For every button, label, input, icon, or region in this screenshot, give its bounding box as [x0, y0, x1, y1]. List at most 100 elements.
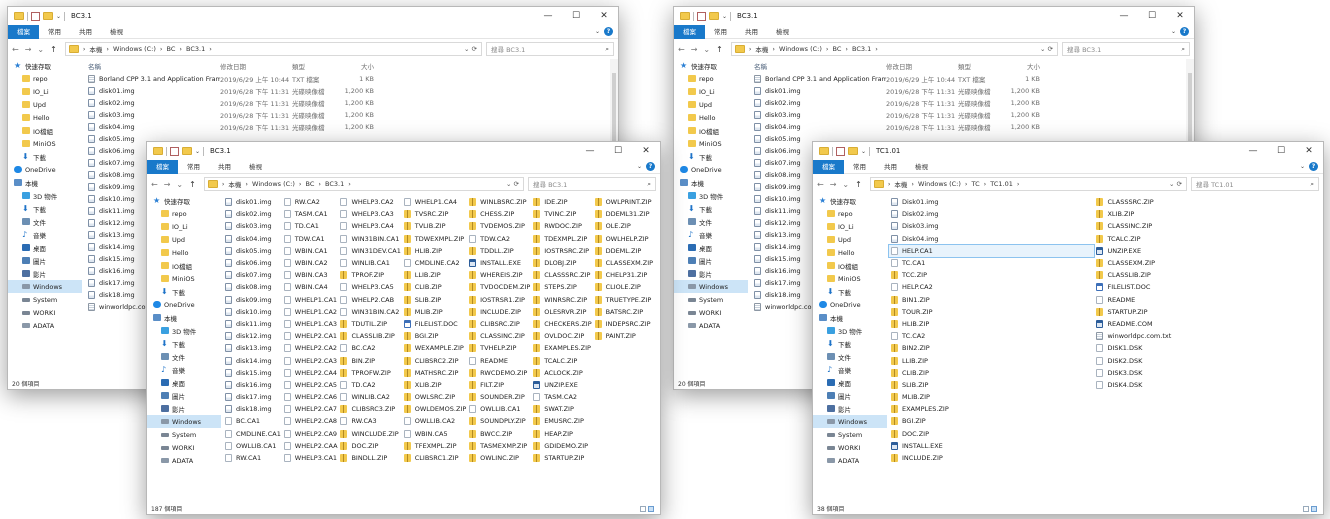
expand-ribbon-icon[interactable]: ⌄	[1300, 163, 1305, 170]
breadcrumb-segment[interactable]: BC3.1	[325, 180, 344, 188]
file-item[interactable]: LLIB.ZIP	[402, 269, 467, 281]
file-item[interactable]: WHELP3.CA4	[338, 220, 401, 232]
breadcrumb-segment[interactable]: Windows (C:)	[918, 180, 961, 188]
maximize-button[interactable]: ☐	[604, 142, 632, 160]
back-arrow-icon[interactable]: ←	[12, 45, 19, 54]
column-header-date[interactable]: 修改日期	[220, 61, 292, 71]
breadcrumb-separator-icon[interactable]: ›	[160, 45, 163, 53]
nav-item[interactable]: Windows	[8, 280, 82, 293]
ribbon-tab-2[interactable]: 共用	[736, 25, 767, 39]
file-item[interactable]: DDEML31.ZIP	[593, 208, 654, 220]
nav-item[interactable]: MiniOS	[147, 272, 221, 285]
nav-item[interactable]: OneDrive	[674, 163, 748, 176]
file-item[interactable]: disk07.img	[223, 269, 282, 281]
help-icon[interactable]: ?	[646, 162, 655, 171]
minimize-button[interactable]: —	[534, 7, 562, 25]
recent-locations-icon[interactable]: ⌄	[703, 45, 710, 54]
file-item[interactable]: WBIN.CA5	[402, 428, 467, 440]
search-box[interactable]: 搜尋 TC1.01 ⌕	[1191, 177, 1319, 191]
nav-item[interactable]: ⬇ 下載	[813, 337, 887, 350]
file-item[interactable]: winworldpc.com.txt	[1094, 330, 1317, 342]
search-box[interactable]: 搜尋 BC3.1 ⌕	[528, 177, 656, 191]
nav-item[interactable]: ⬇ 下載	[8, 202, 82, 215]
file-item[interactable]: WHELP1.CA3	[282, 318, 339, 330]
file-item[interactable]: disk08.img	[223, 281, 282, 293]
ribbon-tab-0[interactable]: 檔案	[813, 159, 844, 174]
breadcrumb-segment[interactable]: TC1.01	[990, 180, 1013, 188]
file-item[interactable]: BIN1.ZIP	[889, 294, 1094, 306]
file-item[interactable]: OWLHELP.ZIP	[593, 233, 654, 245]
file-item[interactable]: disk03.img	[223, 220, 282, 232]
file-item[interactable]: OWLLIB.CA2	[402, 415, 467, 427]
file-item[interactable]: CLIBSRC2.ZIP	[402, 354, 467, 366]
nav-item[interactable]: repo	[147, 207, 221, 220]
file-item[interactable]: WINRSRC.ZIP	[531, 294, 592, 306]
breadcrumb-separator-icon[interactable]: ›	[245, 180, 248, 188]
expand-ribbon-icon[interactable]: ⌄	[637, 163, 642, 170]
breadcrumb-segment[interactable]: 本機	[89, 44, 102, 54]
forward-arrow-icon[interactable]: →	[830, 180, 837, 189]
file-item[interactable]: Disk04.img	[889, 233, 1094, 245]
search-box[interactable]: 搜尋 BC3.1 ⌕	[486, 42, 614, 56]
properties-icon[interactable]	[31, 11, 40, 21]
nav-item[interactable]: ♪ 音樂	[8, 228, 82, 241]
file-item[interactable]: CLASSINC.ZIP	[467, 330, 531, 342]
ribbon-tab-2[interactable]: 共用	[875, 160, 906, 174]
file-item[interactable]: IOSTRSR1.ZIP	[467, 294, 531, 306]
nav-item[interactable]: ♪ 音樂	[674, 228, 748, 241]
file-item[interactable]: disk15.img	[223, 367, 282, 379]
nav-item[interactable]: Hello	[674, 111, 748, 124]
column-header-name[interactable]: 名稱	[750, 61, 886, 71]
file-item[interactable]: TVDOCDEM.ZIP	[467, 281, 531, 293]
column-header-size[interactable]: 大小	[1008, 61, 1040, 71]
address-bar[interactable]: › 本機 › Windows (C:) › BC › BC3.1 › ⌄ ⟳	[64, 42, 482, 56]
explorer-window-tc101-front[interactable]: ⌄ TC1.01— ☐ ✕ 檔案 常用 共用 檢視 ⌄? ← → ⌄ ↑ › 本機 › Windows (C:)…	[812, 141, 1324, 515]
nav-item[interactable]: ★ 快速存取	[674, 59, 748, 72]
nav-item[interactable]: Hello	[147, 246, 221, 259]
file-row[interactable]: disk01.img 2019/6/28 下午 11:31 光碟映像檔 1,200 K…	[750, 85, 1184, 97]
address-dropdown-icon[interactable]: ⌄	[1169, 180, 1174, 188]
help-icon[interactable]: ?	[604, 27, 613, 36]
file-item[interactable]: MLIB.ZIP	[889, 391, 1094, 403]
nav-item[interactable]: ADATA	[147, 454, 221, 467]
file-item[interactable]: WHELP2.CA8	[282, 415, 339, 427]
file-item[interactable]: WINLIB.CA1	[338, 257, 401, 269]
customize-toolbar-dropdown-icon[interactable]: ⌄	[861, 148, 866, 155]
file-item[interactable]: disk17.img	[223, 391, 282, 403]
file-row[interactable]: disk03.img 2019/6/28 下午 11:31 光碟映像檔 1,200 K…	[750, 109, 1184, 121]
expand-ribbon-icon[interactable]: ⌄	[1171, 28, 1176, 35]
file-item[interactable]: STARTUP.ZIP	[1094, 306, 1317, 318]
file-item[interactable]: RW.CA1	[223, 452, 282, 464]
up-arrow-icon[interactable]: ↑	[50, 45, 57, 54]
address-dropdown-icon[interactable]: ⌄	[506, 180, 511, 188]
file-item[interactable]: TRUETYPE.ZIP	[593, 294, 654, 306]
file-item[interactable]: BGI.ZIP	[402, 330, 467, 342]
file-item[interactable]: INCLUDE.ZIP	[467, 306, 531, 318]
nav-item[interactable]: Upd	[813, 233, 887, 246]
nav-item[interactable]: WORKI	[8, 306, 82, 319]
file-item[interactable]: OLESRVR.ZIP	[531, 306, 592, 318]
nav-item[interactable]: ⬇ 下載	[674, 150, 748, 163]
file-item[interactable]: Disk02.img	[889, 208, 1094, 220]
file-item[interactable]: WHELP2.CA2	[282, 342, 339, 354]
file-item[interactable]: disk11.img	[223, 318, 282, 330]
nav-item[interactable]: 圖片	[813, 389, 887, 402]
file-item[interactable]: TVINC.ZIP	[531, 208, 592, 220]
file-item[interactable]: RW.CA2	[282, 196, 339, 208]
file-item[interactable]: BWCC.ZIP	[467, 428, 531, 440]
file-item[interactable]: UNZIP.EXE	[531, 379, 592, 391]
address-dropdown-icon[interactable]: ⌄	[1040, 45, 1045, 53]
file-item[interactable]: DOC.ZIP	[338, 440, 401, 452]
file-row[interactable]: Borland CPP 3.1 and Application Fram... 2…	[84, 73, 608, 85]
column-header-size[interactable]: 大小	[342, 61, 374, 71]
file-item[interactable]: disk13.img	[223, 342, 282, 354]
file-item[interactable]: HEAP.ZIP	[531, 428, 592, 440]
recent-locations-icon[interactable]: ⌄	[842, 180, 849, 189]
file-item[interactable]: UNZIP.EXE	[1094, 245, 1317, 257]
file-item[interactable]: IDE.ZIP	[531, 196, 592, 208]
nav-item[interactable]: 本機	[813, 311, 887, 324]
nav-item[interactable]: Hello	[8, 111, 82, 124]
new-folder-icon[interactable]	[709, 12, 719, 20]
nav-item[interactable]: Hello	[813, 246, 887, 259]
breadcrumb-segment[interactable]: Windows (C:)	[113, 45, 156, 53]
